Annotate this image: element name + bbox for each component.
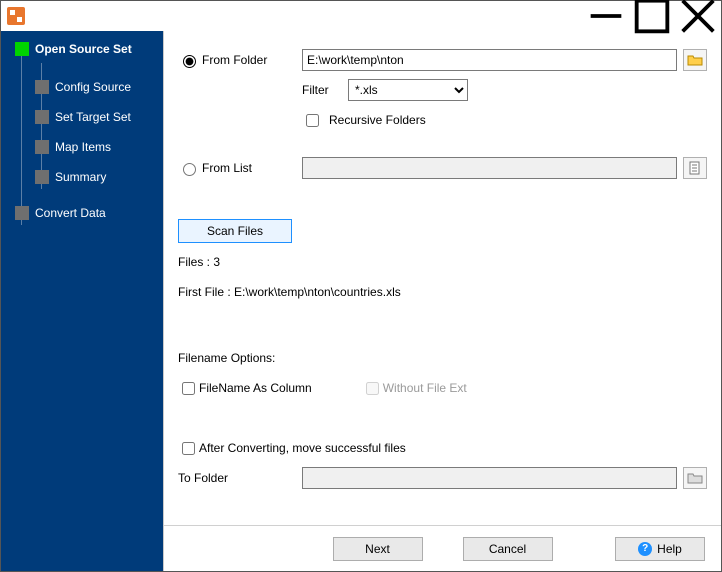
recursive-folders-label: Recursive Folders	[329, 113, 426, 127]
titlebar	[1, 1, 721, 31]
files-count-text: Files : 3	[178, 255, 220, 269]
recursive-folders-checkbox[interactable]	[306, 114, 319, 127]
help-button-label: Help	[657, 542, 682, 556]
to-folder-input	[302, 467, 677, 489]
sidebar-item-label: Map Items	[55, 140, 111, 154]
step-marker-icon	[15, 206, 29, 220]
filter-select[interactable]: *.xls	[348, 79, 468, 101]
help-icon: ?	[638, 542, 652, 556]
sidebar-item-summary[interactable]: Summary	[1, 165, 163, 189]
filter-label: Filter	[302, 83, 342, 97]
filename-as-column-checkbox[interactable]	[182, 382, 195, 395]
next-button[interactable]: Next	[333, 537, 423, 561]
scan-files-button[interactable]: Scan Files	[178, 219, 292, 243]
from-list-radio[interactable]	[183, 163, 196, 176]
folder-icon	[687, 470, 703, 486]
filename-options-label: Filename Options:	[178, 351, 275, 365]
minimize-button[interactable]	[583, 1, 629, 31]
document-icon	[687, 160, 703, 176]
without-file-ext-label: Without File Ext	[383, 381, 467, 395]
sidebar-item-label: Open Source Set	[35, 42, 132, 56]
step-marker-icon	[35, 80, 49, 94]
wizard-content: From Folder Filter	[163, 31, 721, 571]
first-file-text: First File : E:\work\temp\nton\countries…	[178, 285, 401, 299]
browse-list-button[interactable]	[683, 157, 707, 179]
step-marker-icon	[35, 110, 49, 124]
sidebar-item-label: Convert Data	[35, 206, 106, 220]
wizard-footer: Next Cancel ? Help	[164, 525, 721, 571]
close-button[interactable]	[675, 1, 721, 31]
step-marker-icon	[35, 170, 49, 184]
browse-to-folder-button[interactable]	[683, 467, 707, 489]
sidebar-item-label: Summary	[55, 170, 106, 184]
to-folder-label: To Folder	[178, 471, 228, 485]
sidebar-item-label: Set Target Set	[55, 110, 131, 124]
from-folder-radio[interactable]	[183, 55, 196, 68]
sidebar-item-set-target-set[interactable]: Set Target Set	[1, 105, 163, 129]
sidebar-item-convert-data[interactable]: Convert Data	[1, 201, 163, 225]
cancel-button[interactable]: Cancel	[463, 537, 553, 561]
from-folder-label: From Folder	[202, 53, 267, 67]
sidebar-item-config-source[interactable]: Config Source	[1, 75, 163, 99]
wizard-sidebar: Open Source Set Config Source Set Target…	[1, 31, 163, 571]
filename-as-column-label: FileName As Column	[199, 381, 312, 395]
sidebar-item-map-items[interactable]: Map Items	[1, 135, 163, 159]
sidebar-item-label: Config Source	[55, 80, 131, 94]
folder-path-input[interactable]	[302, 49, 677, 71]
after-converting-label: After Converting, move successful files	[199, 441, 406, 455]
app-window: Open Source Set Config Source Set Target…	[0, 0, 722, 572]
after-converting-checkbox[interactable]	[182, 442, 195, 455]
folder-open-icon	[687, 52, 703, 68]
help-button[interactable]: ? Help	[615, 537, 705, 561]
without-file-ext-checkbox	[366, 382, 379, 395]
sidebar-item-open-source-set[interactable]: Open Source Set	[1, 37, 163, 61]
from-list-input	[302, 157, 677, 179]
browse-folder-button[interactable]	[683, 49, 707, 71]
step-marker-icon	[35, 140, 49, 154]
app-icon	[7, 7, 25, 25]
step-marker-icon	[15, 42, 29, 56]
maximize-button[interactable]	[629, 1, 675, 31]
from-list-label: From List	[202, 161, 252, 175]
